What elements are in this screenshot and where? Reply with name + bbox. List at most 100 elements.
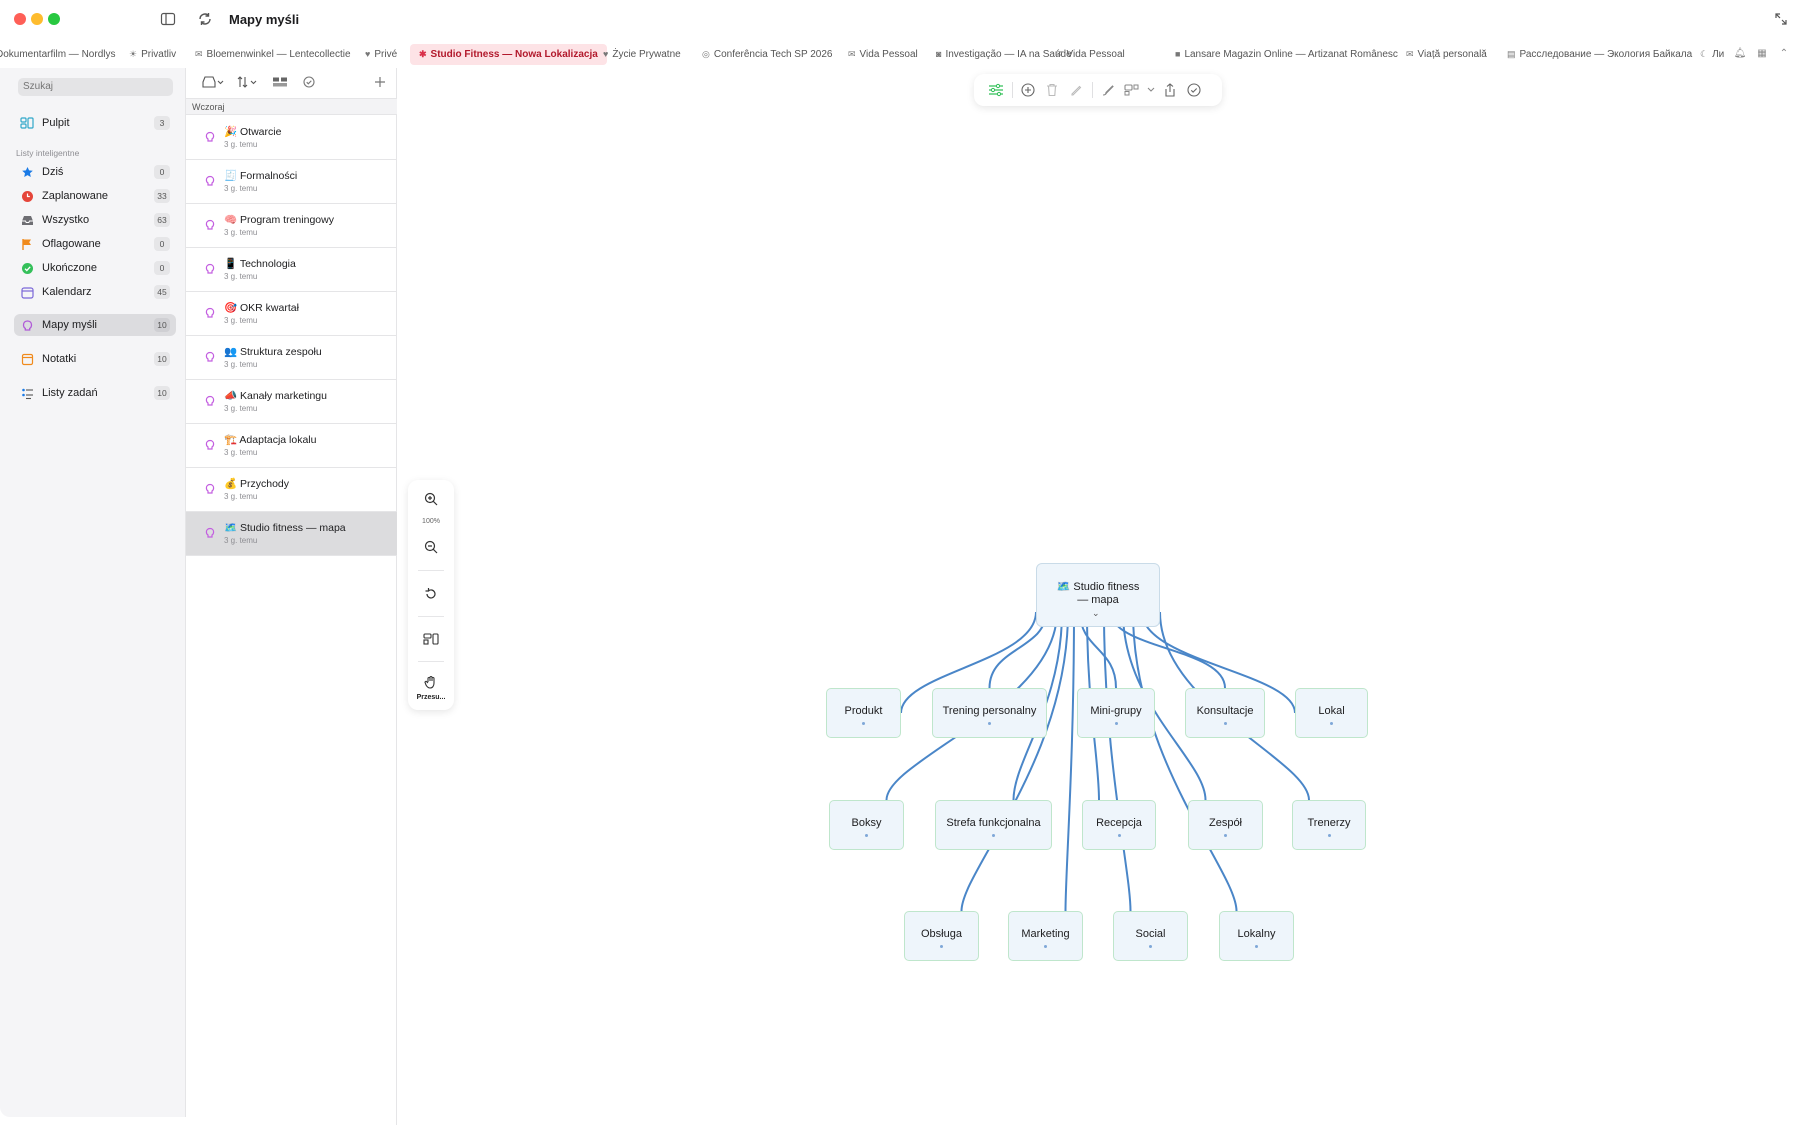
sidebar-item-dzis[interactable]: Dziś 0 — [14, 161, 176, 183]
mind-map-node[interactable]: Konsultacje — [1185, 688, 1265, 738]
fit-layout-icon[interactable] — [421, 629, 441, 649]
node-label: Produkt — [844, 705, 883, 717]
tab-lansare-magazin[interactable]: ■ Lansare Magazin Online — Artizanat Româ… — [1175, 44, 1398, 65]
tab-overflow[interactable]: ☾ Ли — [1700, 44, 1724, 65]
tab-vida-pessoal[interactable]: ✉ Vida Pessoal — [848, 44, 918, 65]
brain-icon — [205, 219, 215, 230]
close-window-button[interactable] — [14, 13, 26, 25]
tab-dokumentarfilm[interactable]: Dokumentarfilm — Nordlys — [0, 44, 115, 65]
tab-privatliv[interactable]: ☀ Privatliv — [129, 44, 176, 65]
list-item[interactable]: 🗺️ Studio fitness — mapa 3 g. temu — [186, 512, 397, 556]
collapse-chevron-icon[interactable]: ⌄ — [1092, 607, 1100, 620]
tab-bloemenwinkel[interactable]: ✉ Bloemenwinkel — Lentecollectie — [195, 44, 351, 65]
chevron-down-icon[interactable] — [1144, 79, 1158, 101]
share-icon[interactable] — [1158, 79, 1182, 101]
doc-icon: ▤ — [1507, 49, 1516, 59]
root-node-title-line2: — mapa — [1077, 594, 1119, 606]
list-item[interactable]: 🎯 OKR kwartał 3 g. temu — [186, 292, 397, 336]
sidebar-item-zaplanowane[interactable]: Zaplanowane 33 — [14, 185, 176, 207]
tab-conferencia[interactable]: ◎ Conferência Tech SP 2026 — [702, 44, 832, 65]
mind-map-node[interactable]: Trening personalny — [932, 688, 1047, 738]
chevron-up-icon[interactable]: ⌃ — [1776, 45, 1792, 61]
tab-prive[interactable]: ♥ Privé — [365, 44, 397, 65]
checklist-icon — [20, 386, 34, 400]
list-item[interactable]: 💰 Przychody 3 g. temu — [186, 468, 397, 512]
tab-rassledovanie[interactable]: ▤ Расследование — Экология Байкала — [1507, 44, 1692, 65]
style-sliders-icon[interactable] — [984, 79, 1008, 101]
list-item-time: 3 g. temu — [224, 404, 258, 413]
list-item[interactable]: 👥 Struktura zespołu 3 g. temu — [186, 336, 397, 380]
mind-map-node[interactable]: Recepcja — [1082, 800, 1156, 850]
list-item-time: 3 g. temu — [224, 140, 258, 149]
list-item[interactable]: 📣 Kanały marketingu 3 g. temu — [186, 380, 397, 424]
layout-icon[interactable] — [1120, 79, 1144, 101]
sync-icon[interactable] — [196, 10, 214, 28]
sidebar-item-wszystko[interactable]: Wszystko 63 — [14, 209, 176, 231]
add-node-icon[interactable] — [1016, 79, 1040, 101]
list-item[interactable]: 🧠 Program treningowy 3 g. temu — [186, 204, 397, 248]
sidebar-item-ukonczone[interactable]: Ukończone 0 — [14, 257, 176, 279]
reset-zoom-icon[interactable] — [421, 584, 441, 604]
mind-map-node[interactable]: Mini-grupy — [1077, 688, 1155, 738]
bell-icon[interactable]: 🔔︎ — [1732, 45, 1748, 61]
sidebar-item-notatki[interactable]: Notatki 10 — [14, 348, 176, 370]
list-item[interactable]: 🏗️ Adaptacja lokalu 3 g. temu — [186, 424, 397, 468]
fullscreen-icon[interactable] — [1774, 12, 1788, 26]
sidebar-toggle-icon[interactable] — [160, 11, 176, 27]
tab-viata-personala[interactable]: ✉ Viață personală — [1406, 44, 1487, 65]
mail-icon: ✉ — [1406, 49, 1414, 59]
mind-map-node[interactable]: Obsługa — [904, 911, 979, 961]
node-label: Mini-grupy — [1090, 705, 1142, 717]
node-label: Lokal — [1318, 705, 1345, 717]
mind-map-node[interactable]: Zespół — [1188, 800, 1263, 850]
check-filter-icon[interactable] — [303, 75, 315, 89]
mind-map-node[interactable]: Lokal — [1295, 688, 1368, 738]
mind-map-node[interactable]: Produkt — [826, 688, 901, 738]
node-dot — [1223, 722, 1227, 725]
tray-icon — [20, 213, 34, 227]
sidebar-item-pulpit[interactable]: Pulpit 3 — [14, 112, 176, 134]
add-icon[interactable] — [374, 75, 386, 89]
layout-icon[interactable]: ▦ — [1754, 45, 1770, 61]
zoom-out-icon[interactable] — [421, 537, 441, 557]
sidebar-item-oflagowane[interactable]: Oflagowane 0 — [14, 233, 176, 255]
search-input[interactable] — [18, 78, 173, 96]
mind-map-node[interactable]: Trenerzy — [1292, 800, 1366, 850]
pin-icon: ✱ — [419, 49, 427, 59]
tab-vida-pessoal-2[interactable]: ✉ Vida Pessoal — [1055, 44, 1125, 65]
checkmark-circle-icon — [20, 261, 34, 275]
sort-icon[interactable] — [237, 75, 259, 89]
mind-map-node[interactable]: Boksy — [829, 800, 904, 850]
done-check-icon[interactable] — [1182, 79, 1206, 101]
sidebar-item-mapy-mysli[interactable]: Mapy myśli 10 — [14, 314, 176, 336]
trash-icon[interactable] — [1040, 79, 1064, 101]
tab-investigacao[interactable]: ◙ Investigação — IA na Saúde — [936, 44, 1072, 65]
sidebar: Pulpit 3 Listy inteligentne Dziś 0 Zapla… — [0, 68, 186, 1117]
zoom-window-button[interactable] — [48, 13, 60, 25]
zoom-divider-2 — [418, 616, 444, 617]
sidebar-item-kalendarz[interactable]: Kalendarz 45 — [14, 281, 176, 303]
list-item-time: 3 g. temu — [224, 360, 258, 369]
list-item[interactable]: 🎉 Otwarcie 3 g. temu — [186, 116, 397, 160]
tab-zycie-prywatne[interactable]: ♥ Życie Prywatne — [603, 44, 681, 65]
zoom-in-icon[interactable] — [421, 489, 441, 509]
list-item-title: 💰 Przychody — [224, 478, 290, 490]
list-item-title: 🧾 Formalności — [224, 170, 298, 182]
hand-pan-icon[interactable] — [421, 672, 441, 692]
minimize-window-button[interactable] — [31, 13, 43, 25]
mind-map-node[interactable]: Social — [1113, 911, 1188, 961]
list-item[interactable]: 📱 Technologia 3 g. temu — [186, 248, 397, 292]
view-mode-icon[interactable] — [272, 75, 288, 89]
mind-map-node[interactable]: Lokalny — [1219, 911, 1294, 961]
mind-map-node[interactable]: Marketing — [1008, 911, 1083, 961]
tab-studio-fitness[interactable]: ✱ Studio Fitness — Nowa Lokalizacja — [410, 44, 607, 65]
mind-map-node[interactable]: Strefa funkcjonalna — [935, 800, 1052, 850]
inbox-filter-icon[interactable] — [202, 75, 224, 89]
node-label: Lokalny — [1237, 928, 1276, 940]
list-item[interactable]: 🧾 Formalności 3 g. temu — [186, 160, 397, 204]
root-node[interactable]: 🗺️ Studio fitness — mapa ⌄ — [1036, 563, 1160, 627]
brush-icon[interactable] — [1096, 79, 1120, 101]
node-dot — [865, 834, 868, 837]
sidebar-item-listy-zadan[interactable]: Listy zadań 10 — [14, 382, 176, 404]
pencil-icon[interactable] — [1064, 79, 1088, 101]
